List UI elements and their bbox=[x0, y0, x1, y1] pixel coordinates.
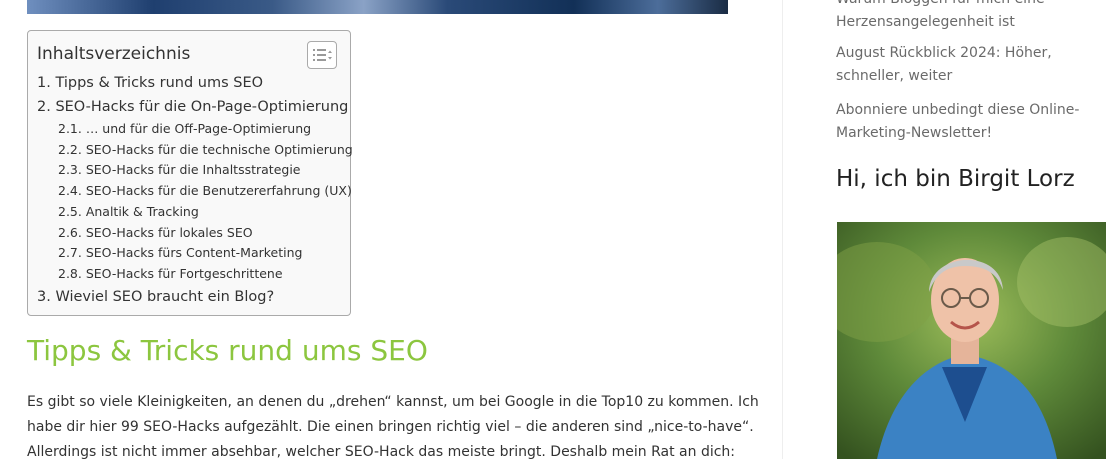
toc-item[interactable]: 3. Wieviel SEO braucht ein Blog? bbox=[37, 285, 353, 309]
toc-toggle-button[interactable] bbox=[307, 41, 337, 69]
toc-link[interactable]: 3. Wieviel SEO braucht ein Blog? bbox=[37, 289, 274, 305]
recent-post-link[interactable]: August Rückblick 2024: Höher, schneller,… bbox=[836, 42, 1052, 88]
toc-subitem[interactable]: 2.6. SEO-Hacks für lokales SEO bbox=[37, 223, 353, 244]
paragraph-line: habe dir hier 99 SEO-Hacks aufgezählt. D… bbox=[27, 419, 754, 435]
toc-subitem[interactable]: 2.5. Analtik & Tracking bbox=[37, 202, 353, 223]
toc-link[interactable]: 2. SEO-Hacks für die On-Page-Optimierung bbox=[37, 99, 348, 115]
toc-item[interactable]: 2. SEO-Hacks für die On-Page-Optimierung bbox=[37, 95, 353, 119]
toc-subitem[interactable]: 2.7. SEO-Hacks fürs Content-Marketing bbox=[37, 243, 353, 264]
about-title: Hi, ich bin Birgit Lorz bbox=[836, 166, 1075, 192]
recent-post-link[interactable]: Abonniere unbedingt diese Online- Market… bbox=[836, 99, 1079, 145]
toc-title: Inhaltsverzeichnis bbox=[37, 44, 191, 64]
article-paragraph: Es gibt so viele Kleinigkeiten, an denen… bbox=[27, 390, 759, 465]
toc-link[interactable]: 2.4. SEO-Hacks für die Benutzererfahrung… bbox=[58, 183, 352, 198]
toc-subitem[interactable]: 2.3. SEO-Hacks für die Inhaltsstrategie bbox=[37, 160, 353, 181]
toc-link[interactable]: 2.1. … und für die Off-Page-Optimierung bbox=[58, 121, 311, 136]
toc-link[interactable]: 2.5. Analtik & Tracking bbox=[58, 204, 199, 219]
link-line: schneller, weiter bbox=[836, 68, 953, 84]
toc-subitem[interactable]: 2.1. … und für die Off-Page-Optimierung bbox=[37, 119, 353, 140]
toc-subitem[interactable]: 2.2. SEO-Hacks für die technische Optimi… bbox=[37, 140, 353, 161]
toc-link[interactable]: 2.3. SEO-Hacks für die Inhaltsstrategie bbox=[58, 162, 301, 177]
link-line: Marketing-Newsletter! bbox=[836, 125, 993, 141]
link-line: Abonniere unbedingt diese Online- bbox=[836, 102, 1080, 118]
author-portrait bbox=[837, 222, 1106, 459]
toc-link[interactable]: 2.7. SEO-Hacks fürs Content-Marketing bbox=[58, 245, 302, 260]
toc-link[interactable]: 1. Tipps & Tricks rund ums SEO bbox=[37, 75, 263, 91]
toc-list: 1. Tipps & Tricks rund ums SEO 2. SEO-Ha… bbox=[37, 71, 353, 309]
link-line: Herzensangelegenheit ist bbox=[836, 14, 1015, 30]
table-of-contents: Inhaltsverzeichnis 1. Tipps & Tricks run… bbox=[27, 30, 353, 316]
recent-post-link[interactable]: Warum Bloggen für mich eine Herzensangel… bbox=[836, 0, 1045, 34]
section-heading: Tipps & Tricks rund ums SEO bbox=[27, 334, 428, 367]
toc-link[interactable]: 2.2. SEO-Hacks für die technische Optimi… bbox=[58, 142, 353, 157]
link-line: Warum Bloggen für mich eine bbox=[836, 0, 1045, 11]
toc-subitem[interactable]: 2.4. SEO-Hacks für die Benutzererfahrung… bbox=[37, 181, 353, 202]
paragraph-line: Allerdings ist nicht immer absehbar, wel… bbox=[27, 444, 736, 460]
toc-item[interactable]: 1. Tipps & Tricks rund ums SEO bbox=[37, 71, 353, 95]
hero-image bbox=[27, 0, 728, 14]
toc-subitem[interactable]: 2.8. SEO-Hacks für Fortgeschrittene bbox=[37, 264, 353, 285]
toc-link[interactable]: 2.8. SEO-Hacks für Fortgeschrittene bbox=[58, 266, 283, 281]
paragraph-line: Es gibt so viele Kleinigkeiten, an denen… bbox=[27, 394, 759, 410]
link-line: August Rückblick 2024: Höher, bbox=[836, 45, 1052, 61]
toc-link[interactable]: 2.6. SEO-Hacks für lokales SEO bbox=[58, 225, 253, 240]
list-toggle-icon bbox=[313, 49, 332, 61]
column-divider bbox=[782, 0, 783, 459]
